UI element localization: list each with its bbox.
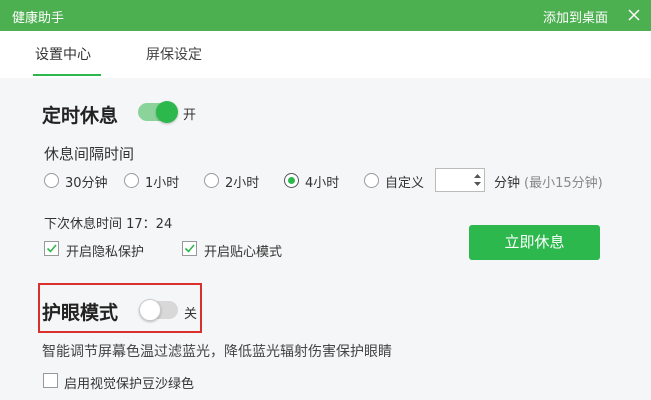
privacy-checkbox[interactable] [44,241,59,256]
toggle-knob [139,299,161,321]
radio-1hour[interactable] [124,173,139,188]
radio-1hour-label: 1小时 [145,176,180,191]
radio-custom[interactable] [364,173,379,188]
radio-2hour[interactable] [204,173,219,188]
title-bar: 健康助手 添加到桌面 [0,0,651,31]
custom-minutes-stepper[interactable] [435,168,485,192]
radio-30min[interactable] [44,173,59,188]
tab-bar: 设置中心 屏保设定 [0,31,651,78]
active-tab-underline [33,74,101,76]
eye-care-description: 智能调节屏幕色温过滤蓝光，降低蓝光辐射伤害保护眼睛 [42,344,392,360]
interval-label: 休息间隔时间 [44,145,135,163]
eye-care-toggle[interactable] [139,299,178,321]
close-icon[interactable] [624,5,644,25]
radio-30min-label: 30分钟 [65,176,108,191]
add-to-desktop-link[interactable]: 添加到桌面 [543,7,608,26]
green-background-label: 启用视觉保护豆沙绿色 [64,377,195,392]
radio-4hour[interactable] [284,173,299,188]
timed-rest-toggle[interactable] [138,101,178,123]
privacy-label: 开启隐私保护 [66,245,145,260]
timed-rest-title: 定时休息 [42,105,119,127]
tab-screensaver-settings[interactable]: 屏保设定 [146,44,202,64]
care-mode-label: 开启贴心模式 [204,245,283,260]
green-background-checkbox[interactable] [43,373,58,388]
custom-min-hint: (最小15分钟) [524,176,603,191]
app-title: 健康助手 [12,11,65,26]
radio-4hour-label: 4小时 [305,176,340,191]
custom-unit-label: 分钟 [494,176,521,191]
stepper-arrows-icon[interactable] [473,171,482,189]
radio-2hour-label: 2小时 [225,176,260,191]
next-rest-time: 下次休息时间 17：24 [44,217,173,232]
eye-care-toggle-state: 关 [184,307,198,322]
radio-custom-label: 自定义 [385,176,425,191]
tab-settings-center[interactable]: 设置中心 [35,44,91,64]
timed-rest-toggle-state: 开 [183,108,197,123]
toggle-knob [156,101,178,123]
care-mode-checkbox[interactable] [182,241,197,256]
rest-now-button[interactable]: 立即休息 [469,225,600,260]
eye-care-title: 护眼模式 [42,302,119,324]
